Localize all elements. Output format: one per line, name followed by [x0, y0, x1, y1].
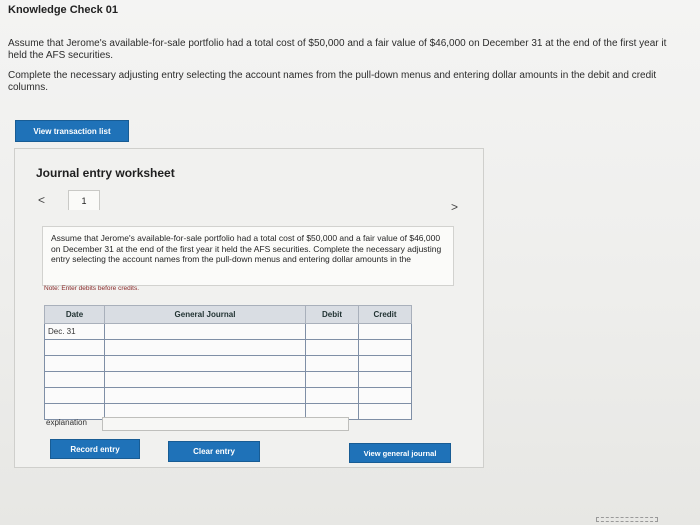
journal-table-wrapper: Date General Journal Debit Credit Dec. 3… — [44, 305, 412, 420]
debit-input[interactable] — [305, 371, 359, 388]
journal-row — [44, 371, 412, 388]
date-cell[interactable] — [44, 371, 105, 388]
account-select[interactable] — [104, 323, 306, 340]
date-cell[interactable]: Dec. 31 — [44, 323, 105, 340]
record-entry-button[interactable]: Record entry — [50, 439, 140, 459]
note-text: Note: Enter debits before credits. — [44, 285, 140, 292]
chevron-left-icon[interactable]: < — [38, 193, 45, 207]
page-title: Knowledge Check 01 — [8, 4, 119, 16]
clear-entry-button[interactable]: Clear entry — [168, 441, 260, 462]
debit-input[interactable] — [305, 339, 359, 356]
header-credit: Credit — [358, 305, 412, 324]
view-transaction-list-button[interactable]: View transaction list — [15, 120, 129, 142]
header-debit: Debit — [305, 305, 359, 324]
view-general-journal-button[interactable]: View general journal — [349, 443, 451, 463]
date-cell[interactable] — [44, 387, 105, 404]
bottom-edge-element — [596, 517, 658, 522]
account-select[interactable] — [104, 387, 306, 404]
debit-input[interactable] — [305, 355, 359, 372]
explanation-input[interactable] — [102, 417, 349, 431]
question-paragraph-2: Complete the necessary adjusting entry s… — [8, 70, 657, 93]
credit-input[interactable] — [358, 371, 412, 388]
account-select[interactable] — [104, 371, 306, 388]
debit-input[interactable] — [305, 323, 359, 340]
journal-row — [44, 339, 412, 356]
account-select[interactable] — [104, 339, 306, 356]
explanation-label: explanation — [46, 418, 87, 427]
journal-header-row: Date General Journal Debit Credit — [44, 305, 412, 324]
credit-input[interactable] — [358, 387, 412, 404]
debit-input[interactable] — [305, 387, 359, 404]
header-date: Date — [44, 305, 105, 324]
journal-row — [44, 387, 412, 404]
credit-input[interactable] — [358, 323, 412, 340]
account-select[interactable] — [104, 355, 306, 372]
credit-input[interactable] — [358, 403, 412, 420]
credit-input[interactable] — [358, 355, 412, 372]
date-cell[interactable] — [44, 355, 105, 372]
worksheet-instructions: Assume that Jerome's available-for-sale … — [42, 226, 454, 286]
journal-row: Dec. 31 — [44, 323, 412, 340]
chevron-right-icon[interactable]: > — [451, 200, 458, 214]
worksheet-tab-1[interactable]: 1 — [68, 190, 100, 210]
journal-row — [44, 355, 412, 372]
journal-table: Date General Journal Debit Credit Dec. 3… — [44, 305, 412, 420]
date-cell[interactable] — [44, 339, 105, 356]
question-paragraph-1: Assume that Jerome's available-for-sale … — [8, 38, 667, 61]
worksheet-tab-label: 1 — [81, 195, 87, 206]
credit-input[interactable] — [358, 339, 412, 356]
header-general-journal: General Journal — [104, 305, 306, 324]
worksheet-title: Journal entry worksheet — [36, 166, 175, 180]
